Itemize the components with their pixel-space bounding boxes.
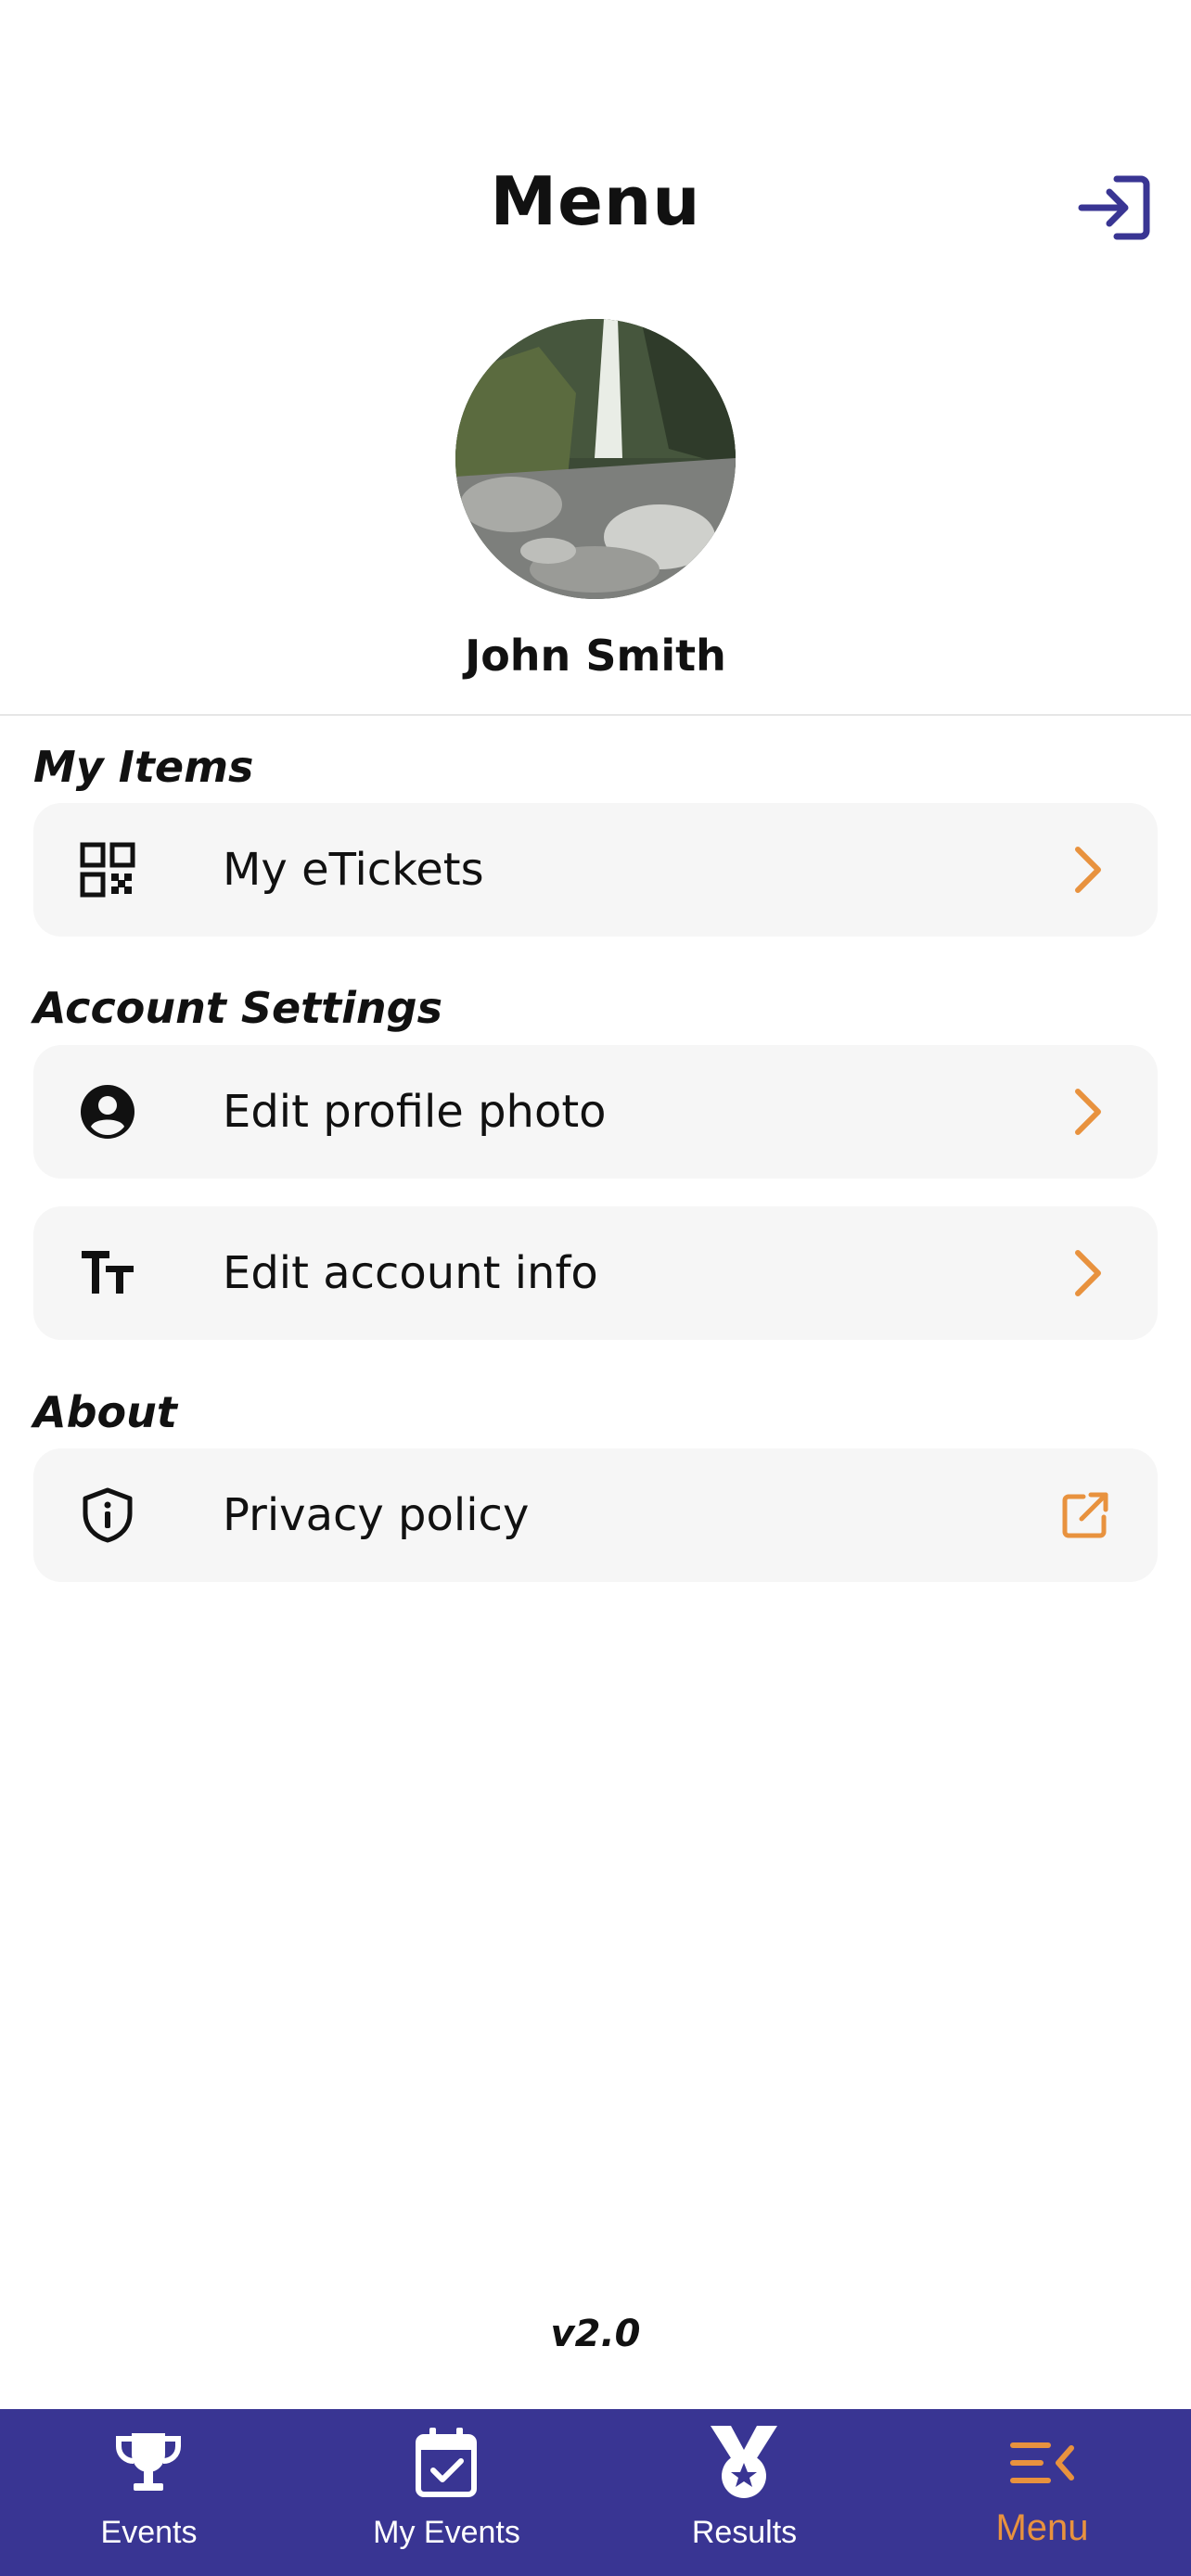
- medal-icon: [711, 2426, 777, 2498]
- username: John Smith: [465, 631, 726, 681]
- tab-label: Events: [100, 2515, 198, 2550]
- calendar-check-icon: [416, 2428, 477, 2497]
- chevron-right-icon: [1075, 1089, 1101, 1135]
- section-title-account-settings: Account Settings: [33, 983, 442, 1033]
- tab-results[interactable]: Results: [596, 2409, 893, 2576]
- app-version: v2.0: [550, 2313, 641, 2355]
- shield-info-icon: [83, 1487, 133, 1543]
- tab-label: Menu: [995, 2507, 1089, 2548]
- tab-label: My Events: [373, 2515, 520, 2550]
- menu-item-edit-profile-photo[interactable]: Edit profile photo: [33, 1045, 1158, 1179]
- bottom-tab-bar: Events My Events Results Menu: [0, 2409, 1191, 2576]
- tab-menu[interactable]: Menu: [893, 2409, 1191, 2576]
- trophy-icon: [116, 2433, 181, 2491]
- tab-my-events[interactable]: My Events: [298, 2409, 596, 2576]
- text-size-icon: [82, 1251, 134, 1294]
- menu-item-my-etickets[interactable]: My eTickets: [33, 803, 1158, 937]
- login-arrow-icon: [1078, 175, 1150, 240]
- account-circle-icon: [81, 1085, 134, 1139]
- menu-item-label: Privacy policy: [223, 1489, 530, 1541]
- external-link-icon: [1062, 1492, 1108, 1538]
- chevron-right-icon: [1075, 847, 1101, 893]
- menu-item-label: Edit profile photo: [223, 1086, 607, 1138]
- login-button[interactable]: [1076, 172, 1154, 244]
- menu-item-edit-account-info[interactable]: Edit account info: [33, 1206, 1158, 1340]
- tab-label: Results: [691, 2515, 798, 2550]
- avatar: [455, 319, 736, 599]
- page-title: Menu: [490, 162, 701, 240]
- chevron-right-icon: [1075, 1250, 1101, 1296]
- tab-events[interactable]: Events: [0, 2409, 298, 2576]
- menu-item-label: Edit account info: [223, 1247, 598, 1299]
- section-title-about: About: [33, 1387, 177, 1437]
- menu-item-privacy-policy[interactable]: Privacy policy: [33, 1448, 1158, 1582]
- section-title-my-items: My Items: [33, 742, 254, 792]
- menu-item-label: My eTickets: [223, 844, 484, 896]
- divider: [0, 714, 1191, 716]
- menu-open-icon: [1010, 2442, 1074, 2483]
- qr-code-icon: [80, 842, 135, 898]
- header: Menu John Smith: [0, 0, 1191, 714]
